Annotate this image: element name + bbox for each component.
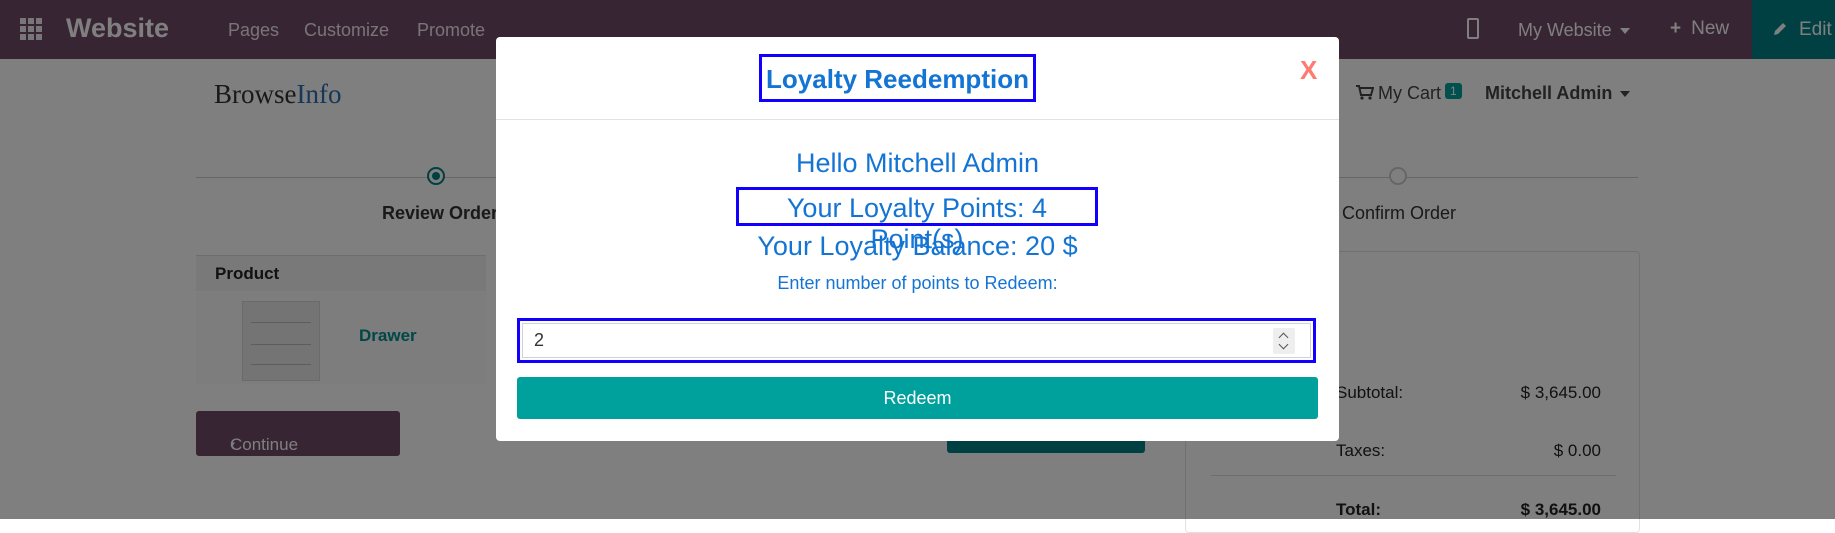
points-input[interactable] — [522, 323, 1311, 358]
loyalty-balance-text: Your Loyalty Balance: 20 $ — [757, 231, 1078, 261]
stepper-down-icon[interactable] — [1278, 339, 1289, 350]
modal-header-divider — [496, 119, 1339, 120]
points-input-highlight — [517, 318, 1316, 363]
close-icon[interactable]: X — [1300, 55, 1317, 86]
redeem-points-prompt: Enter number of points to Redeem: — [777, 273, 1058, 293]
loyalty-redemption-modal: Loyalty Reedemption X Hello Mitchell Adm… — [496, 37, 1339, 441]
redeem-button[interactable]: Redeem — [517, 377, 1318, 419]
loyalty-points-highlight: Your Loyalty Points: 4 Point(s) — [736, 187, 1098, 254]
modal-title: Loyalty Reedemption — [766, 64, 1029, 94]
greeting-text: Hello Mitchell Admin — [795, 148, 1040, 178]
modal-title-highlight: Loyalty Reedemption — [759, 54, 1036, 102]
number-stepper[interactable] — [1273, 328, 1295, 354]
